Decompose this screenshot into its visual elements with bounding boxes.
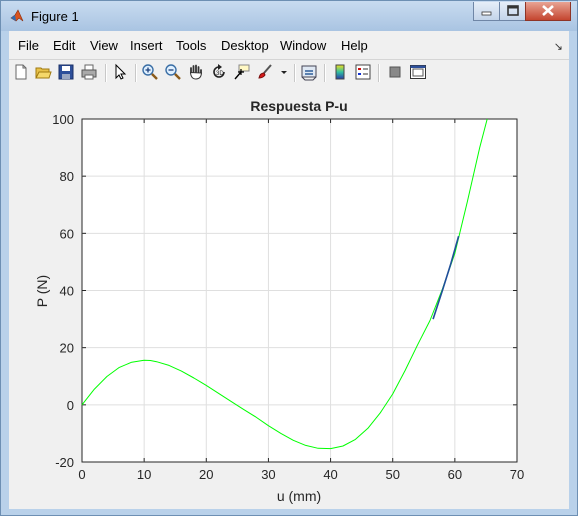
window-title: Figure 1 <box>31 9 79 24</box>
x-tick-label: 20 <box>199 467 213 482</box>
legend-icon[interactable] <box>354 63 372 81</box>
x-tick-labels: 0 10 20 30 40 50 60 70 <box>78 467 524 482</box>
figure-canvas: Respuesta P-u 0 10 20 30 40 50 60 70 -20 0 20 40 60… <box>9 87 569 509</box>
brush-icon[interactable] <box>256 63 274 81</box>
y-tick-label: 40 <box>60 284 74 299</box>
x-tick-label: 70 <box>510 467 524 482</box>
brush-dropdown-icon[interactable] <box>279 63 289 81</box>
y-tick-label: 80 <box>60 169 74 184</box>
y-tick-label: 100 <box>52 112 74 127</box>
menu-file[interactable]: File <box>18 38 39 53</box>
x-tick-label: 50 <box>385 467 399 482</box>
zoom-in-icon[interactable] <box>141 63 159 81</box>
show-plot-tools-icon[interactable] <box>409 63 427 81</box>
minimize-button[interactable] <box>473 2 500 21</box>
chart-title: Respuesta P-u <box>250 98 347 114</box>
data-cursor-icon[interactable] <box>233 63 251 81</box>
menu-view[interactable]: View <box>90 38 118 53</box>
x-tick-label: 10 <box>137 467 151 482</box>
y-tick-label: 60 <box>60 226 74 241</box>
restore-icon <box>507 5 519 16</box>
minimize-icon <box>481 11 492 16</box>
y-axis-label: P (N) <box>34 275 50 307</box>
x-tick-label: 0 <box>78 467 85 482</box>
colorbar-icon[interactable] <box>331 63 349 81</box>
menu-dock-arrow-icon[interactable]: ↘ <box>554 40 563 53</box>
svg-text:3D: 3D <box>216 71 224 77</box>
link-plot-icon[interactable] <box>300 63 318 81</box>
x-tick-label: 30 <box>261 467 275 482</box>
maximize-button[interactable] <box>499 2 526 21</box>
menu-tools[interactable]: Tools <box>176 38 206 53</box>
figure-toolbar: 3D <box>9 59 569 86</box>
menu-edit[interactable]: Edit <box>53 38 75 53</box>
menu-insert[interactable]: Insert <box>130 38 163 53</box>
menu-bar: File Edit View Insert Tools Desktop Wind… <box>9 35 569 57</box>
y-tick-labels: -20 0 20 40 60 80 100 <box>52 112 74 470</box>
close-icon <box>542 5 554 16</box>
menu-window[interactable]: Window <box>280 38 326 53</box>
open-file-icon[interactable] <box>34 63 52 81</box>
new-figure-icon[interactable] <box>12 63 30 81</box>
matlab-logo-icon <box>10 9 24 22</box>
figure-window: Figure 1 File Edit View Insert Tools Des… <box>0 0 578 516</box>
x-axis-label: u (mm) <box>277 488 321 504</box>
menu-help[interactable]: Help <box>341 38 368 53</box>
zoom-out-icon[interactable] <box>164 63 182 81</box>
close-button[interactable] <box>525 2 571 21</box>
pan-hand-icon[interactable] <box>187 63 205 81</box>
select-arrow-icon[interactable] <box>111 63 129 81</box>
x-tick-label: 40 <box>323 467 337 482</box>
rotate-3d-icon[interactable]: 3D <box>210 63 228 81</box>
figure-client-area: File Edit View Insert Tools Desktop Wind… <box>9 31 569 509</box>
menu-desktop[interactable]: Desktop <box>221 38 269 53</box>
title-bar[interactable]: Figure 1 <box>1 1 577 31</box>
y-tick-label: 20 <box>60 341 74 356</box>
print-icon[interactable] <box>80 63 98 81</box>
save-icon[interactable] <box>57 63 75 81</box>
y-tick-label: -20 <box>55 455 74 470</box>
hide-plot-tools-icon[interactable] <box>386 63 404 81</box>
y-tick-label: 0 <box>67 398 74 413</box>
chart-svg: Respuesta P-u 0 10 20 30 40 50 60 70 -20 0 20 40 60… <box>34 98 524 504</box>
x-tick-label: 60 <box>448 467 462 482</box>
